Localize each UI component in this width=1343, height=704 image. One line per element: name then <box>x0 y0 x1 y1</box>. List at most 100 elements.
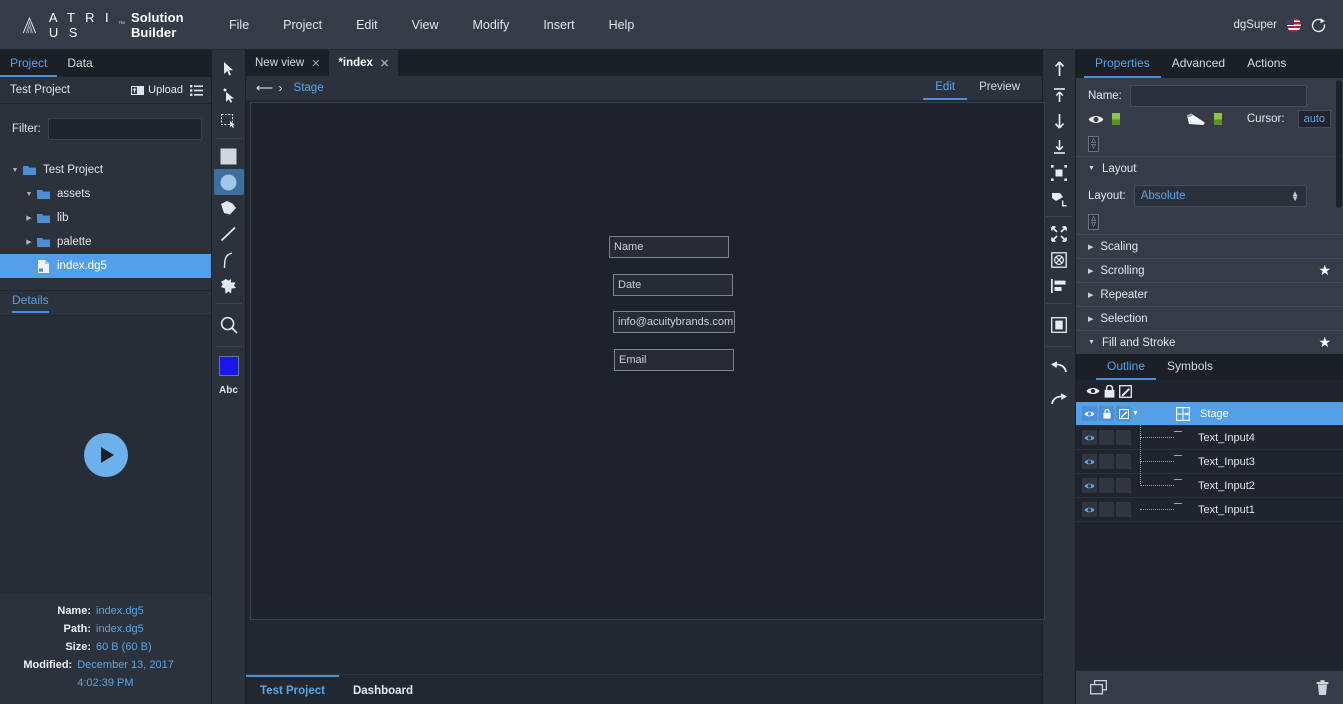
align-icon[interactable] <box>1044 273 1074 299</box>
play-button-icon[interactable] <box>83 433 128 477</box>
tab-edit[interactable]: Edit <box>923 76 968 100</box>
view-tab-index[interactable]: *index ✕ <box>329 50 399 76</box>
stage-text-input-3[interactable]: info@acuitybrands.com <box>613 311 735 333</box>
eye-icon[interactable] <box>1082 502 1097 517</box>
chevron-right-icon[interactable]: ▶ <box>1088 315 1093 323</box>
name-input[interactable] <box>1129 85 1307 107</box>
group-icon[interactable] <box>1044 160 1074 186</box>
tree-item-lib[interactable]: ▶ lib <box>0 206 211 230</box>
scroll-spinner-top[interactable]: △ ▽ <box>1088 136 1099 152</box>
eye-icon[interactable] <box>1082 454 1097 469</box>
upload-button[interactable]: Upload <box>131 84 183 96</box>
eye-icon[interactable] <box>1088 114 1104 125</box>
bring-to-front-icon[interactable] <box>1044 56 1074 82</box>
bring-forward-icon[interactable] <box>1044 82 1074 108</box>
chevron-right-icon[interactable]: ▶ <box>1088 291 1093 299</box>
text-tool[interactable]: Abc <box>214 381 244 399</box>
zoom-tool[interactable] <box>214 308 244 342</box>
line-tool[interactable] <box>214 221 244 247</box>
puzzle-component-tool[interactable] <box>214 273 244 299</box>
eye-icon[interactable] <box>1082 478 1097 493</box>
polygon-tool[interactable] <box>214 195 244 221</box>
properties-scrollbar[interactable] <box>1336 80 1342 208</box>
chevron-down-icon[interactable]: ▼ <box>1132 410 1146 417</box>
eye-icon[interactable] <box>1082 406 1097 421</box>
canvas-area[interactable]: Name Date info@acuitybrands.com Email <box>246 100 1045 674</box>
edit-icon-placeholder[interactable] <box>1116 478 1131 493</box>
tab-advanced[interactable]: Advanced <box>1161 50 1236 78</box>
list-view-icon[interactable] <box>190 84 203 96</box>
menu-item-modify[interactable]: Modify <box>455 12 526 38</box>
section-scaling[interactable]: ▶ Scaling <box>1076 234 1343 258</box>
fit-to-screen-icon[interactable] <box>1044 221 1074 247</box>
rectangle-tool[interactable] <box>214 143 244 169</box>
lock-icon-placeholder[interactable] <box>1099 502 1114 517</box>
lock-state-chip[interactable] <box>1214 113 1222 125</box>
menu-item-view[interactable]: View <box>395 12 456 38</box>
chevron-right-icon[interactable]: ▶ <box>1088 243 1093 251</box>
stage-text-input-2[interactable]: Date <box>613 274 733 296</box>
menu-item-help[interactable]: Help <box>592 12 652 38</box>
outline-row-text-input3[interactable]: Text_Input3 <box>1076 437 1343 474</box>
menu-item-edit[interactable]: Edit <box>339 12 395 38</box>
outline-row-stage[interactable]: ▼ Stage <box>1076 402 1343 426</box>
tab-actions[interactable]: Actions <box>1236 50 1297 78</box>
edit-icon[interactable] <box>1119 384 1132 398</box>
scroll-spinner-bottom[interactable]: △ ▽ <box>1088 214 1099 230</box>
cursor-value[interactable]: auto <box>1297 110 1331 128</box>
tab-symbols[interactable]: Symbols <box>1156 354 1224 380</box>
logout-icon[interactable] <box>1311 17 1327 33</box>
menu-item-project[interactable]: Project <box>266 12 339 38</box>
redo-icon[interactable] <box>1044 383 1074 415</box>
curve-tool[interactable] <box>214 247 244 273</box>
chevron-right-icon[interactable]: ▶ <box>24 214 34 222</box>
lock-icon-placeholder[interactable] <box>1099 430 1114 445</box>
view-tab-new-view[interactable]: New view ✕ <box>246 50 330 76</box>
outline-row-text-input1[interactable]: Text_Input1 <box>1076 498 1343 522</box>
favorite-star-icon[interactable]: ★ <box>1318 334 1331 351</box>
fill-color-swatch[interactable] <box>214 351 244 381</box>
ellipse-tool[interactable] <box>213 169 244 195</box>
filter-input[interactable] <box>47 118 202 140</box>
eye-icon[interactable] <box>1086 386 1100 396</box>
close-icon[interactable]: ✕ <box>380 57 389 70</box>
details-label[interactable]: Details <box>12 293 49 313</box>
tab-properties[interactable]: Properties <box>1084 50 1161 78</box>
chevron-down-icon[interactable]: ▼ <box>1088 339 1095 346</box>
send-to-back-icon[interactable] <box>1044 134 1074 160</box>
ungroup-icon[interactable] <box>1044 186 1074 212</box>
stage[interactable]: Name Date info@acuitybrands.com Email <box>250 102 1045 620</box>
lock-icon-placeholder[interactable] <box>1099 478 1114 493</box>
stage-text-input-1[interactable]: Name <box>609 236 729 258</box>
section-scrolling[interactable]: ▶ Scrolling ★ <box>1076 258 1343 282</box>
lock-icon[interactable] <box>1099 406 1114 421</box>
chevron-down-icon[interactable]: ▼ <box>24 191 34 198</box>
pointer-lock-icon[interactable] <box>1186 113 1206 126</box>
tab-outline[interactable]: Outline <box>1096 354 1157 380</box>
tree-item-palette[interactable]: ▶ palette <box>0 230 211 254</box>
edit-icon-placeholder[interactable] <box>1116 430 1131 445</box>
section-selection[interactable]: ▶ Selection <box>1076 306 1343 330</box>
lock-icon[interactable] <box>1104 384 1115 398</box>
favorite-star-icon[interactable]: ★ <box>1318 262 1331 279</box>
clear-selection-icon[interactable] <box>1044 247 1074 273</box>
direct-select-tool[interactable] <box>214 82 244 108</box>
bottom-tab-dashboard[interactable]: Dashboard <box>339 675 427 704</box>
send-backward-icon[interactable] <box>1044 108 1074 134</box>
tab-data[interactable]: Data <box>57 50 102 77</box>
chevron-right-icon[interactable]: ▶ <box>24 238 34 246</box>
edit-icon-placeholder[interactable] <box>1116 502 1131 517</box>
mask-icon[interactable] <box>1044 308 1074 342</box>
edit-icon[interactable] <box>1116 406 1131 421</box>
chevron-down-icon[interactable]: ▼ <box>10 167 20 174</box>
outline-row-text-input2[interactable]: Text_Input2 <box>1076 461 1343 498</box>
marquee-select-tool[interactable] <box>214 108 244 134</box>
bottom-tab-test-project[interactable]: Test Project <box>246 675 339 704</box>
outline-row-text-input4[interactable]: Text_Input4 <box>1076 413 1343 450</box>
chevron-down-icon[interactable]: ▼ <box>1088 165 1095 172</box>
trash-icon[interactable] <box>1316 679 1329 696</box>
section-repeater[interactable]: ▶ Repeater <box>1076 282 1343 306</box>
tree-item-index-dg5[interactable]: index.dg5 <box>0 254 211 278</box>
menu-item-file[interactable]: File <box>212 12 266 38</box>
tree-item-assets[interactable]: ▼ assets <box>0 182 211 206</box>
